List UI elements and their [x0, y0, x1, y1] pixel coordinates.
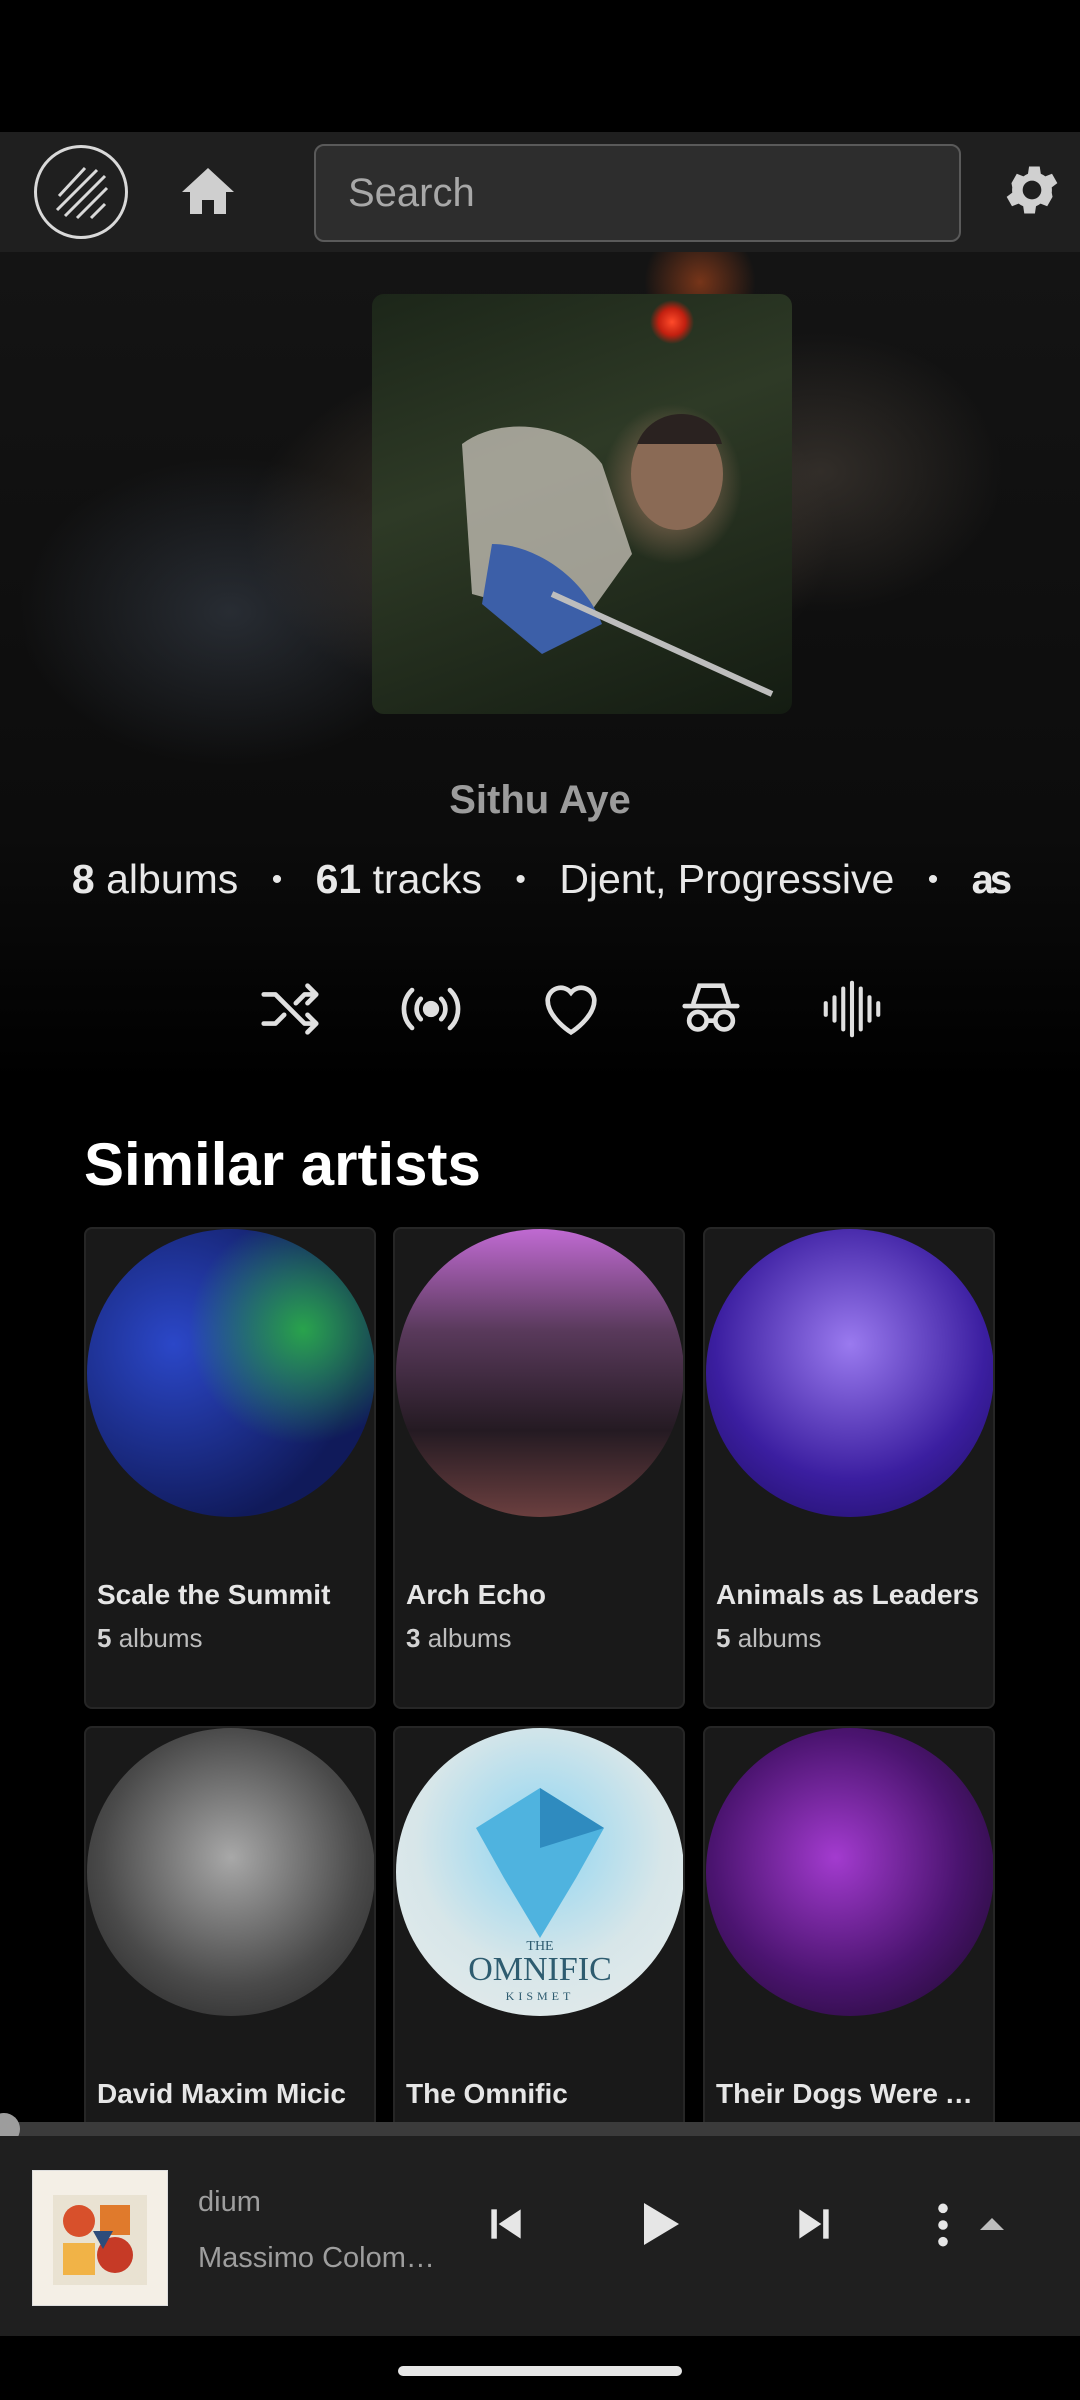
artist-card-name: Scale the Summit	[97, 1579, 331, 1610]
lastfm-link-icon[interactable]: as	[972, 858, 1012, 902]
artist-thumbnail	[87, 1229, 374, 1517]
artist-actions	[0, 974, 1080, 1054]
home-indicator[interactable]	[398, 2366, 682, 2376]
album-art[interactable]	[32, 2170, 168, 2306]
tracks-label: tracks	[372, 856, 482, 902]
skip-next-icon[interactable]	[792, 2202, 836, 2251]
expand-player-icon[interactable]	[978, 2214, 1006, 2239]
artist-thumbnail	[396, 1229, 683, 1517]
artist-name: Sithu Aye	[449, 778, 631, 822]
artist-photo	[372, 294, 792, 714]
incognito-icon[interactable]	[676, 974, 746, 1044]
heart-icon[interactable]	[536, 974, 606, 1044]
artist-card-name: Animals as Leaders	[716, 1579, 980, 1610]
track-artist: Massimo Colom…	[198, 2242, 435, 2274]
artist-thumbnail	[87, 1728, 374, 2016]
search-input[interactable]: Search	[314, 144, 961, 242]
artist-card-albums: 3 albums	[406, 1623, 512, 1653]
gear-icon[interactable]	[1000, 158, 1064, 222]
artist-stats: 8 albums • 61 tracks • Djent, Progressiv…	[0, 856, 1080, 903]
artist-thumbnail	[706, 1229, 993, 1517]
artist-card[interactable]: Arch Echo 3 albums	[393, 1227, 685, 1709]
home-icon[interactable]	[178, 162, 238, 222]
separator: •	[927, 863, 939, 896]
artist-card-name: Their Dogs Were A…	[716, 2078, 988, 2109]
albums-count: 8	[71, 856, 95, 902]
status-bar	[0, 0, 1080, 132]
omnific-logo-text: OMNIFIC	[468, 1951, 612, 1988]
separator: •	[515, 863, 526, 896]
svg-text:KISMET: KISMET	[506, 1989, 575, 2003]
artist-card-name: Arch Echo	[406, 1579, 547, 1610]
tracks-count: 61	[315, 856, 362, 902]
system-nav-bar	[0, 2336, 1080, 2400]
separator: •	[271, 863, 283, 896]
svg-text:THE: THE	[526, 1939, 553, 1954]
skip-previous-icon[interactable]	[484, 2202, 528, 2251]
artist-card[interactable]: Animals as Leaders 5 albums	[703, 1227, 995, 1709]
playback-progress-bar[interactable]	[0, 2113, 1080, 2145]
artist-card[interactable]: Scale the Summit 5 albums	[84, 1227, 376, 1709]
artist-hero: Sithu Aye 8 albums • 61 tracks • Djent, …	[0, 252, 1080, 1082]
vinyl-logo-icon[interactable]	[34, 145, 128, 239]
artist-card-albums: 5 albums	[97, 1623, 203, 1653]
artist-card-name: David Maxim Micic	[97, 2078, 346, 2109]
track-title: dium	[198, 2186, 261, 2218]
mini-player: dium Massimo Colom…	[0, 2136, 1080, 2336]
artist-thumbnail: OMNIFIC THE KISMET	[396, 1728, 683, 2016]
genres: Djent, Progressive	[559, 856, 895, 902]
albums-label: albums	[106, 856, 239, 902]
radio-icon[interactable]	[396, 974, 466, 1044]
artist-card-name: The Omnific	[406, 2078, 568, 2109]
similar-artists-title: Similar artists	[84, 1131, 481, 1198]
more-options-icon[interactable]	[928, 2200, 958, 2255]
artist-thumbnail	[706, 1728, 993, 2016]
play-icon[interactable]	[630, 2196, 686, 2257]
waveform-icon[interactable]	[817, 974, 887, 1044]
shuffle-icon[interactable]	[255, 974, 325, 1044]
artist-card-albums: 5 albums	[716, 1623, 822, 1653]
top-app-bar: Search	[0, 132, 1080, 252]
